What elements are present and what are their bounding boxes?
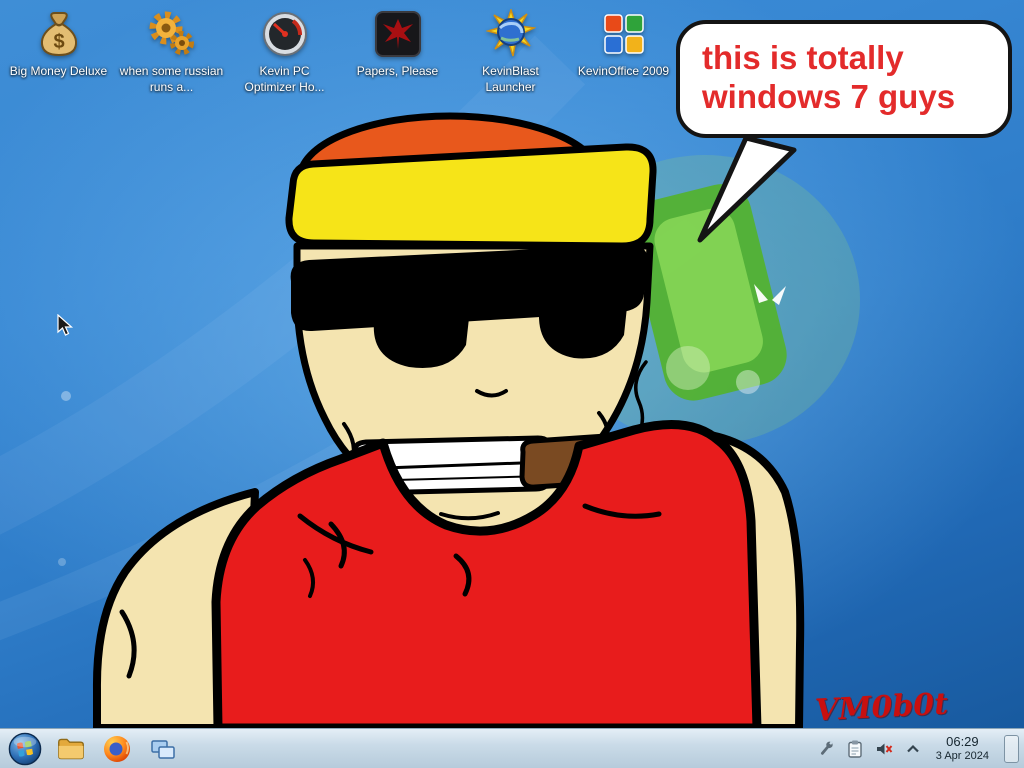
clipboard-icon — [845, 739, 865, 759]
office-squares-icon — [598, 8, 650, 60]
volume-muted-icon — [874, 739, 894, 759]
desktop-icon-label: Papers, Please — [357, 64, 438, 80]
start-button[interactable] — [7, 731, 43, 767]
desktop-icon-russian-shortcut[interactable]: when some russian runs a... — [115, 8, 228, 95]
firefox-icon — [102, 734, 132, 764]
gears-icon — [146, 8, 198, 60]
desktop-icon-papers-please[interactable]: Papers, Please — [341, 8, 454, 95]
desktop: $ Big Money Deluxe when some russian run… — [0, 0, 1024, 728]
show-desktop-button[interactable] — [1004, 735, 1019, 763]
taskbar-launchers — [5, 729, 181, 768]
dollar-glyph: $ — [53, 31, 64, 53]
speedometer-icon — [259, 8, 311, 60]
globe-burst-icon — [485, 8, 537, 60]
desktop-icon-label: when some russian runs a... — [120, 64, 224, 95]
speech-bubble: this is totally windows 7 guys — [676, 20, 1012, 138]
watermark-text: VM0b0t — [814, 687, 949, 728]
desktop-icon-label: Big Money Deluxe — [10, 64, 107, 80]
clipboard-tray-button[interactable] — [845, 739, 865, 759]
volume-muted-tray-button[interactable] — [874, 739, 894, 759]
desktop-icon-label: KevinBlast Launcher — [459, 64, 563, 95]
file-manager-button[interactable] — [53, 731, 89, 767]
system-tray: 06:29 3 Apr 2024 — [816, 729, 1019, 768]
desktop-pager-button[interactable] — [145, 731, 181, 767]
windows-orb-icon — [8, 732, 42, 766]
desktop-icon-kevin-pc-optimizer[interactable]: Kevin PC Optimizer Ho... — [228, 8, 341, 95]
money-bag-icon: $ — [33, 8, 85, 60]
character-hair-band — [289, 147, 653, 246]
desktop-icon-label: Kevin PC Optimizer Ho... — [233, 64, 337, 95]
desktop-icon-big-money-deluxe[interactable]: $ Big Money Deluxe — [2, 8, 115, 95]
clock-time: 06:29 — [936, 735, 989, 750]
tools-tray-button[interactable] — [816, 739, 836, 759]
speech-bubble-text: windows 7 guys — [702, 78, 996, 117]
folder-icon — [56, 734, 86, 764]
eagle-emblem-icon — [372, 8, 424, 60]
desktop-icon-kevinblast-launcher[interactable]: KevinBlast Launcher — [454, 8, 567, 95]
firefox-button[interactable] — [99, 731, 135, 767]
mouse-cursor-icon — [54, 314, 76, 338]
desktop-icon-kevinoffice-2009[interactable]: KevinOffice 2009 — [567, 8, 680, 95]
taskbar: 06:29 3 Apr 2024 — [0, 728, 1024, 768]
desktop-icons: $ Big Money Deluxe when some russian run… — [2, 8, 680, 95]
speech-bubble-tail — [688, 136, 818, 246]
clock-date: 3 Apr 2024 — [936, 750, 989, 763]
expand-tray-button[interactable] — [903, 739, 923, 759]
desktop-pager-icon — [149, 735, 177, 763]
clock[interactable]: 06:29 3 Apr 2024 — [936, 735, 989, 763]
chevron-up-icon — [903, 739, 923, 759]
speech-bubble-text: this is totally — [702, 39, 996, 78]
desktop-icon-label: KevinOffice 2009 — [578, 64, 669, 80]
tools-icon — [816, 739, 836, 759]
